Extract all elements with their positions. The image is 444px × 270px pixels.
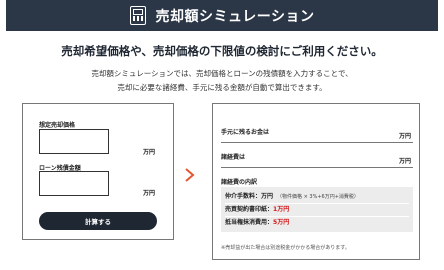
calculate-button[interactable]: 計算する <box>39 212 157 230</box>
lead-text: 売却希望価格や、売却価格の下限値の検討にご利用ください。 <box>61 44 383 58</box>
loan-balance-input[interactable] <box>39 171 109 196</box>
app-header: 売却額シミュレーション <box>6 0 438 31</box>
breakdown-label: 仲介手数料： <box>225 193 262 200</box>
breakdown-value: 1万円 <box>273 206 290 213</box>
calculator-icon <box>129 6 146 25</box>
remaining-money-label: 手元に残るお金は <box>221 129 270 136</box>
expense-breakdown: 仲介手数料：万円 （物件価格 × 3%+6万円+消費税） 売買契約書印紙：1万円 … <box>221 187 413 232</box>
divider <box>221 142 413 143</box>
sale-price-label: 想定売却価格 <box>39 122 76 129</box>
input-panel: 想定売却価格 万円 ローン残債金額 万円 計算する <box>22 103 174 240</box>
result-panel: 手元に残るお金は 万円 諸経費は 万円 諸経費の内訳 仲介手数料：万円 （物件価格… <box>212 103 420 260</box>
breakdown-value: 万円 <box>261 193 274 200</box>
remaining-money-unit: 万円 <box>399 133 412 140</box>
loan-balance-unit: 万円 <box>143 190 156 197</box>
breakdown-note: （物件価格 × 3%+6万円+消費税） <box>277 194 359 200</box>
divider <box>221 167 413 168</box>
breakdown-value: 5万円 <box>273 219 290 226</box>
description-line-2: 売却に必要な諸経費、手元に残る金額が自動で算出できます。 <box>117 83 327 92</box>
sale-price-unit: 万円 <box>143 149 156 156</box>
page-title: 売却額シミュレーション <box>155 8 315 25</box>
expenses-label: 諸経費は <box>221 154 246 161</box>
chevron-right-icon <box>185 168 195 182</box>
description-line-1: 売却額シミュレーションでは、売却価格とローンの残債額を入力することで、 <box>91 69 353 78</box>
breakdown-label: 抵当権抹消費用： <box>225 219 274 226</box>
sale-price-input[interactable] <box>39 129 109 154</box>
breakdown-label: 売買契約書印紙： <box>225 206 274 213</box>
breakdown-row-stamp: 売買契約書印紙：1万円 <box>225 204 409 217</box>
breakdown-title: 諸経費の内訳 <box>221 179 258 186</box>
breakdown-row-mortgage-release: 抵当権抹消費用：5万円 <box>225 217 409 229</box>
tax-footnote: ※売却益が出た場合は別途税金がかかる場合があります。 <box>221 245 350 251</box>
breakdown-row-commission: 仲介手数料：万円 （物件価格 × 3%+6万円+消費税） <box>225 191 409 204</box>
description: 売却額シミュレーションでは、売却価格とローンの残債額を入力することで、 売却に必… <box>0 67 444 95</box>
expenses-unit: 万円 <box>399 158 412 165</box>
